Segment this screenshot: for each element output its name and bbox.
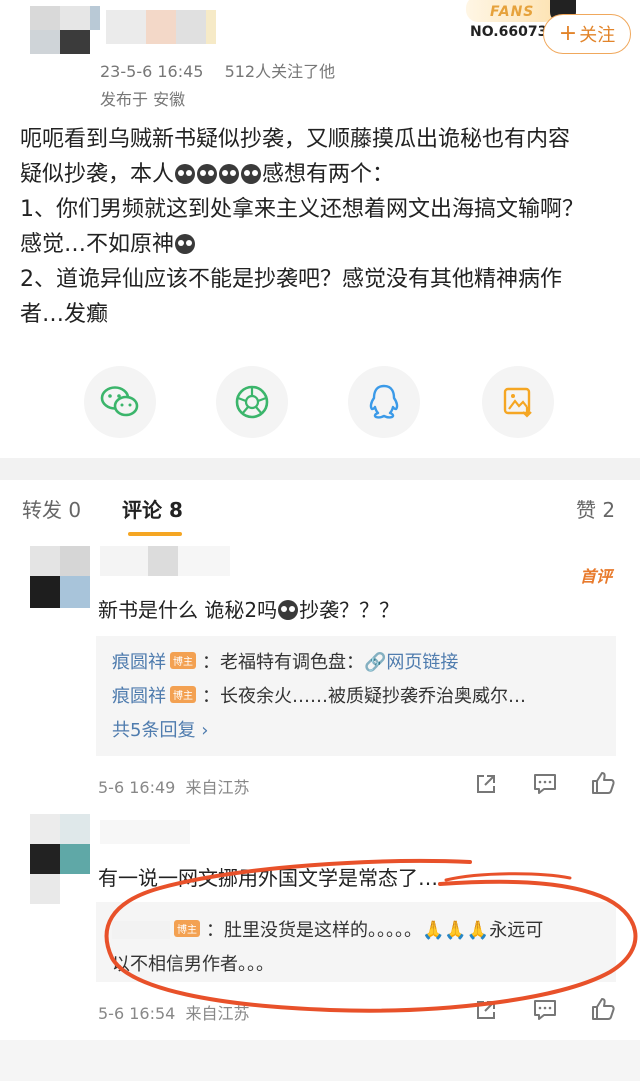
post-line: 2、道诡异仙应该不能是抄袭吧？感觉没有其他精神病作 bbox=[20, 267, 562, 292]
share-icon[interactable] bbox=[474, 772, 498, 796]
commenter-avatar[interactable] bbox=[30, 814, 90, 904]
chevron-right-icon: › bbox=[201, 720, 209, 741]
post-meta: 23-5-6 16:45 512人关注了他 bbox=[100, 58, 335, 82]
crying-emoji-icon bbox=[219, 164, 240, 184]
post-body: 呃呃看到乌贼新书疑似抄袭，又顺藤摸瓜出诡秘也有内容 疑似抄袭，本人 感想有两个： … bbox=[20, 122, 620, 332]
post-location: 发布于 安徽 bbox=[100, 90, 186, 109]
author-avatar[interactable] bbox=[20, 0, 100, 70]
facepalm-emoji-icon bbox=[278, 600, 299, 620]
plus-icon: + bbox=[558, 21, 578, 46]
share-icon[interactable] bbox=[474, 998, 498, 1022]
moments-icon bbox=[235, 385, 269, 419]
view-more-replies[interactable]: 共5条回复 › bbox=[112, 716, 208, 742]
facepalm-emoji-icon bbox=[241, 164, 262, 184]
save-image-icon bbox=[503, 387, 532, 418]
tab-comments[interactable]: 评论 8 bbox=[122, 494, 183, 523]
post-line: 1、你们男频就这到处拿来主义还想着网文出海搞文输啊？ bbox=[20, 197, 584, 222]
link-icon: 🔗 bbox=[364, 652, 387, 673]
blogger-tag: 博主 bbox=[174, 920, 200, 937]
active-tab-indicator bbox=[128, 532, 182, 536]
first-comment-badge: 首评 bbox=[580, 567, 613, 586]
like-icon[interactable] bbox=[590, 996, 616, 1022]
reply-username-redacted bbox=[112, 921, 170, 939]
commenter-name-redacted[interactable] bbox=[100, 820, 190, 844]
follow-button-label: 关注 bbox=[579, 25, 616, 46]
fans-badge-word: FANS bbox=[490, 4, 535, 20]
comment-text: 有一说一网文挪用外国文学是常态了…… bbox=[98, 866, 458, 890]
reply-preview-box[interactable]: 博主 ：肚里没货是这样的。。。。。🙏🙏🙏永远可 以不相信男作者。。。 bbox=[96, 902, 616, 982]
web-link[interactable]: 网页链接 bbox=[386, 652, 458, 673]
tab-likes[interactable]: 赞 2 bbox=[576, 494, 615, 523]
commenter-avatar[interactable] bbox=[30, 546, 90, 608]
fans-badge[interactable]: FANS NO.66073 bbox=[466, 0, 556, 48]
bottom-padding bbox=[0, 1040, 640, 1081]
wechat-icon bbox=[100, 386, 139, 417]
comment-icon[interactable] bbox=[532, 998, 558, 1022]
reply-item[interactable]: 博主 ：肚里没货是这样的。。。。。🙏🙏🙏永远可 bbox=[112, 916, 543, 942]
comment-meta: 5-6 16:49 来自江苏 bbox=[98, 778, 250, 797]
reply-item[interactable]: 痕圆祥 博主 ：长夜余火……被质疑抄袭乔治奥威尔… bbox=[112, 682, 526, 708]
section-divider bbox=[0, 458, 640, 480]
post-line: 疑似抄袭，本人 感想有两个： bbox=[20, 162, 395, 187]
crying-emoji-icon bbox=[197, 164, 218, 184]
follow-button[interactable]: + 关注 bbox=[543, 14, 631, 54]
comment-icon[interactable] bbox=[532, 772, 558, 796]
comment-meta: 5-6 16:54 来自江苏 bbox=[98, 1004, 250, 1023]
post-line: 呃呃看到乌贼新书疑似抄袭，又顺藤摸瓜出诡秘也有内容 bbox=[20, 127, 571, 152]
blogger-tag: 博主 bbox=[170, 686, 196, 703]
fans-badge-number: NO.66073 bbox=[470, 24, 548, 40]
blogger-tag: 博主 bbox=[170, 652, 196, 669]
post-line: 者…发癫 bbox=[20, 302, 109, 327]
share-moments-button[interactable] bbox=[216, 366, 288, 438]
qq-icon bbox=[369, 384, 399, 419]
author-name-redacted[interactable] bbox=[106, 10, 216, 44]
reply-item[interactable]: 痕圆祥 博主 ：老福特有调色盘：🔗网页链接 bbox=[112, 648, 458, 674]
facepalm-emoji-icon bbox=[175, 234, 196, 254]
save-image-button[interactable] bbox=[482, 366, 554, 438]
facepalm-emoji-icon bbox=[175, 164, 196, 184]
tab-repost[interactable]: 转发 0 bbox=[22, 494, 81, 523]
post-timestamp: 23-5-6 16:45 bbox=[100, 62, 204, 81]
follower-count: 512人关注了他 bbox=[224, 62, 336, 81]
share-qq-button[interactable] bbox=[348, 366, 420, 438]
like-icon[interactable] bbox=[590, 770, 616, 796]
post-line: 感觉…不如原神 bbox=[20, 227, 620, 262]
share-wechat-button[interactable] bbox=[84, 366, 156, 438]
reply-preview-box[interactable]: 痕圆祥 博主 ：老福特有调色盘：🔗网页链接 痕圆祥 博主 ：长夜余火……被质疑抄袭乔治奥… bbox=[96, 636, 616, 756]
commenter-name-redacted[interactable] bbox=[100, 546, 230, 576]
reply-item-continued: 以不相信男作者。。。 bbox=[112, 954, 274, 975]
comment-text: 新书是什么 诡秘2吗 抄袭？？？ bbox=[98, 598, 400, 622]
